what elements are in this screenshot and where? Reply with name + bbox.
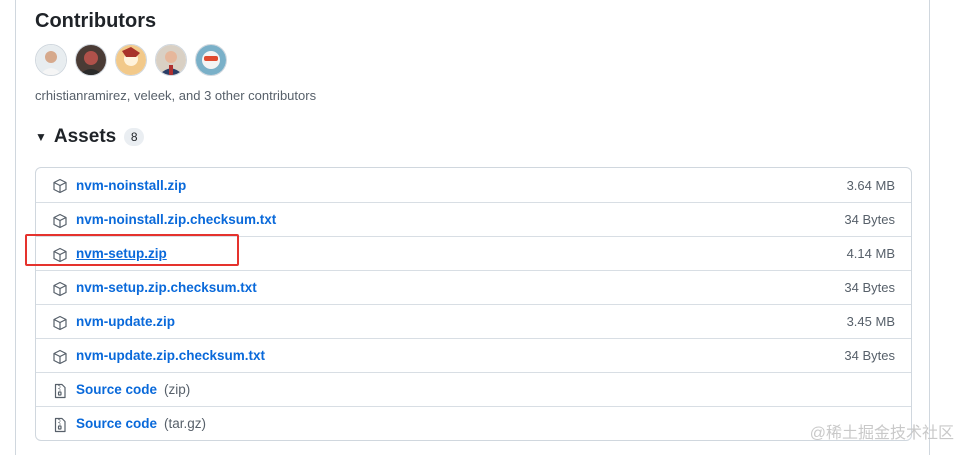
source-code-zip-link[interactable]: Source code (zip) [76, 382, 190, 397]
asset-row: nvm-update.zip 3.45 MB [36, 304, 911, 338]
assets-toggle[interactable]: ▼ Assets 8 [35, 126, 145, 148]
asset-size: 4.14 MB [846, 246, 895, 261]
highlight-box [25, 234, 239, 266]
asset-row: nvm-noinstall.zip.checksum.txt 34 Bytes [36, 202, 911, 236]
asset-link[interactable]: nvm-update.zip [76, 314, 182, 329]
watermark: @稀土掘金技术社区 [809, 425, 954, 442]
contributor-avatar-4[interactable] [155, 44, 187, 76]
contributor-avatar-2[interactable] [75, 44, 107, 76]
source-code-targz-link[interactable]: Source code (tar.gz) [76, 416, 206, 431]
caret-down-icon: ▼ [35, 130, 47, 144]
contributor-avatars [35, 44, 227, 76]
package-icon [52, 281, 68, 297]
asset-size: 34 Bytes [844, 212, 895, 227]
assets-count-badge: 8 [124, 128, 145, 146]
contributor-avatar-3[interactable] [115, 44, 147, 76]
asset-link[interactable]: nvm-update.zip.checksum.txt [76, 348, 272, 363]
asset-size: 3.45 MB [846, 314, 895, 329]
contributor-avatar-1[interactable] [35, 44, 67, 76]
asset-link[interactable]: nvm-noinstall.zip [76, 178, 193, 193]
contributor-avatar-5[interactable] [195, 44, 227, 76]
package-icon [52, 349, 68, 365]
contributors-summary: crhistianramirez, veleek, and 3 other co… [35, 88, 317, 103]
file-zip-icon [52, 417, 68, 433]
asset-row: Source code (zip) [36, 372, 911, 406]
asset-link[interactable]: nvm-noinstall.zip.checksum.txt [76, 212, 283, 227]
asset-row: nvm-update.zip.checksum.txt 34 Bytes [36, 338, 911, 372]
asset-row: nvm-noinstall.zip 3.64 MB [36, 168, 911, 202]
contributors-heading: Contributors [35, 10, 157, 32]
file-zip-icon [52, 383, 68, 399]
asset-row: Source code (tar.gz) [36, 406, 911, 440]
package-icon [52, 213, 68, 229]
package-icon [52, 178, 68, 194]
package-icon [52, 315, 68, 331]
asset-size: 34 Bytes [844, 348, 895, 363]
asset-link[interactable]: nvm-setup.zip.checksum.txt [76, 280, 264, 295]
assets-heading: Assets [53, 126, 117, 147]
asset-row: nvm-setup.zip.checksum.txt 34 Bytes [36, 270, 911, 304]
asset-size: 3.64 MB [846, 177, 895, 193]
assets-list: nvm-noinstall.zip 3.64 MB nvm-noinstall.… [35, 167, 912, 441]
asset-size: 34 Bytes [844, 280, 895, 295]
